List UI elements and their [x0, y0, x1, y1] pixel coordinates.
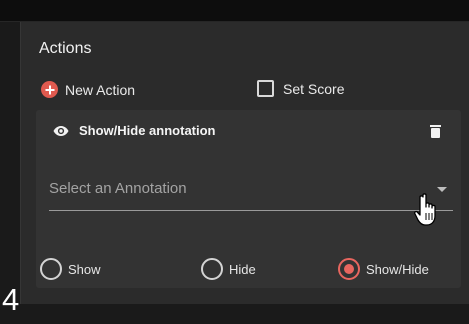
plus-circle-icon [41, 81, 58, 98]
radio-hide[interactable]: Hide [201, 258, 256, 280]
trash-icon[interactable] [430, 125, 441, 138]
radio-show-circle[interactable] [40, 258, 62, 280]
action-card-header: Show/Hide annotation [53, 123, 216, 138]
top-bar [0, 0, 469, 22]
checkbox-box[interactable] [257, 80, 274, 97]
step-number: 4 [2, 282, 20, 317]
radio-hide-label: Hide [229, 261, 256, 277]
dropdown-arrow-icon[interactable] [437, 187, 447, 192]
action-card-title: Show/Hide annotation [79, 123, 216, 138]
actions-panel: Actions New Action Set Score Show/Hide a… [20, 22, 469, 304]
new-action-label: New Action [65, 81, 136, 98]
radio-show-hide-label: Show/Hide [366, 261, 429, 277]
hand-pointer-icon [414, 193, 436, 226]
new-action-button[interactable]: New Action [41, 81, 135, 98]
radio-hide-circle[interactable] [201, 258, 223, 280]
set-score-label: Set Score [283, 80, 345, 97]
annotation-select[interactable]: Select an Annotation [49, 165, 453, 211]
panel-title: Actions [39, 40, 92, 57]
eye-icon [53, 125, 69, 136]
radio-show-hide-circle[interactable] [338, 258, 360, 280]
radio-show-label: Show [68, 261, 101, 277]
radio-show-hide[interactable]: Show/Hide [338, 258, 429, 280]
radio-show[interactable]: Show [40, 258, 101, 280]
set-score-checkbox[interactable]: Set Score [257, 80, 344, 97]
annotation-select-value: Select an Annotation [49, 180, 187, 197]
